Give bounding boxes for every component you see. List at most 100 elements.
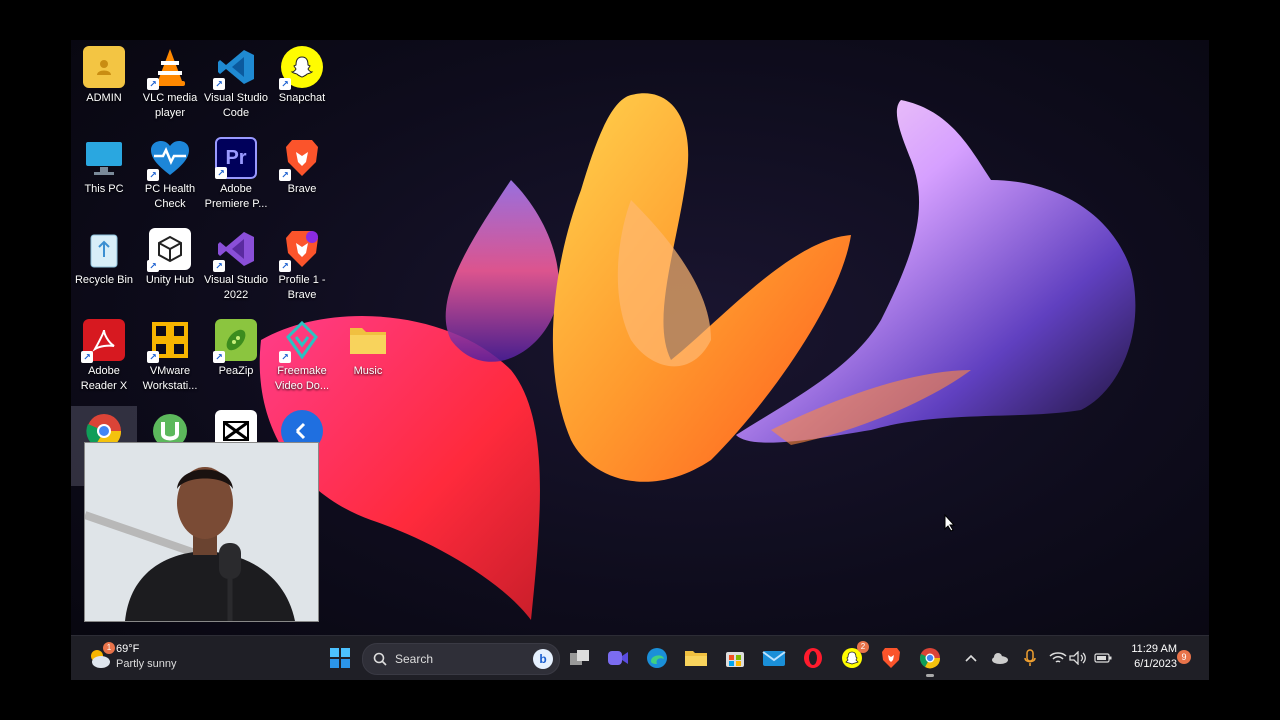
- shortcut-arrow-icon: ↗: [147, 260, 159, 272]
- desktop-icon-label: Adobe Premiere P...: [204, 183, 268, 210]
- desktop-icon-music[interactable]: Music: [335, 315, 401, 379]
- desktop-icon-label: This PC: [84, 183, 124, 195]
- mail-icon: [762, 651, 786, 666]
- shortcut-arrow-icon: ↗: [147, 169, 159, 181]
- brave-icon: [882, 648, 900, 668]
- volume-icon: [1069, 651, 1086, 665]
- notification-count: 9: [1181, 652, 1187, 662]
- snapchat-badge: 2: [857, 641, 869, 653]
- shortcut-arrow-icon: ↗: [279, 78, 291, 90]
- tray-microphone[interactable]: [1019, 643, 1041, 673]
- vscode-icon: ↗: [213, 46, 257, 90]
- shortcut-arrow-icon: ↗: [279, 169, 291, 181]
- desktop-icon-label: PeaZip: [218, 365, 254, 377]
- desktop-icon-snapchat[interactable]: ↗ Snapchat: [269, 42, 335, 106]
- shortcut-arrow-icon: ↗: [147, 351, 159, 363]
- partly-sunny-icon: 1: [87, 642, 115, 670]
- taskbar-explorer-button[interactable]: [681, 643, 711, 673]
- tray-onedrive[interactable]: [989, 643, 1011, 673]
- tray-volume[interactable]: [1067, 643, 1089, 673]
- file-explorer-icon: [685, 651, 707, 666]
- weather-widget[interactable]: 1 69°F Partly sunny: [87, 642, 197, 673]
- start-button[interactable]: [325, 643, 355, 673]
- clock-date: 6/1/2023: [1134, 658, 1177, 670]
- desktop-icon-brave-profile[interactable]: ↗ Profile 1 - Brave: [269, 224, 335, 303]
- desktop-icon-label: VLC media player: [142, 92, 198, 119]
- battery-icon: [1094, 653, 1112, 663]
- desktop-icon-label: Visual Studio 2022: [203, 274, 268, 301]
- shortcut-arrow-icon: ↗: [279, 351, 291, 363]
- taskbar-snapchat-button[interactable]: 2: [837, 641, 869, 673]
- tray-battery[interactable]: [1091, 643, 1115, 673]
- desktop-icon-label: Recycle Bin: [74, 274, 134, 286]
- active-app-indicator: [926, 674, 934, 677]
- shortcut-arrow-icon: ↗: [213, 351, 225, 363]
- desktop-icon-peazip[interactable]: ↗ PeaZip: [203, 315, 269, 379]
- desktop-icon-label: Snapchat: [278, 92, 326, 104]
- task-view-button[interactable]: [565, 643, 595, 673]
- cloud-icon: [992, 653, 1008, 664]
- shortcut-arrow-icon: ↗: [279, 260, 291, 272]
- desktop-icon-premiere[interactable]: Pr ↗ Adobe Premiere P...: [203, 133, 269, 212]
- search-placeholder: Search: [395, 652, 434, 666]
- desktop-icon-label: Profile 1 - Brave: [278, 274, 326, 301]
- taskbar-opera-button[interactable]: [798, 643, 828, 673]
- desktop-icon-this-pc[interactable]: This PC: [71, 133, 137, 197]
- desktop-icon-pc-health-check[interactable]: ↗ PC Health Check: [137, 133, 203, 212]
- bing-icon: b: [533, 649, 553, 669]
- chevron-up-icon: [965, 654, 977, 662]
- shortcut-arrow-icon: ↗: [213, 260, 225, 272]
- desktop-icon-label: Freemake Video Do...: [274, 365, 330, 392]
- taskbar-brave-button[interactable]: [876, 643, 906, 673]
- freemake-icon: ↗: [279, 319, 323, 363]
- tray-wifi[interactable]: [1047, 643, 1069, 673]
- opera-icon: [804, 648, 822, 668]
- webcam-person: [85, 443, 318, 621]
- desktop-icon-visual-studio[interactable]: ↗ Visual Studio 2022: [203, 224, 269, 303]
- desktop-icon-recycle-bin[interactable]: Recycle Bin: [71, 224, 137, 288]
- monitor-icon: [83, 137, 125, 179]
- taskbar-mail-button[interactable]: [759, 643, 789, 673]
- vlc-icon: ↗: [147, 46, 191, 90]
- desktop-icon-label: Unity Hub: [145, 274, 195, 286]
- weather-condition: Partly sunny: [116, 658, 177, 670]
- vmware-icon: ↗: [147, 319, 191, 363]
- show-hidden-icons-button[interactable]: [961, 643, 981, 673]
- desktop-icon-label: PC Health Check: [144, 183, 196, 210]
- desktop: ADMIN ↗ VLC media player ↗ Visual Studio…: [71, 40, 1209, 680]
- desktop-icon-admin[interactable]: ADMIN: [71, 42, 137, 106]
- desktop-icon-vmware[interactable]: ↗ VMware Workstati...: [137, 315, 203, 394]
- desktop-icon-label: Adobe Reader X: [80, 365, 128, 392]
- shortcut-arrow-icon: ↗: [213, 78, 225, 90]
- shortcut-arrow-icon: ↗: [81, 351, 93, 363]
- premiere-icon: Pr ↗: [215, 137, 257, 179]
- desktop-icon-unity-hub[interactable]: ↗ Unity Hub: [137, 224, 203, 288]
- desktop-icon-vscode[interactable]: ↗ Visual Studio Code: [203, 42, 269, 121]
- desktop-icon-label: Brave: [287, 183, 317, 195]
- desktop-icon-label: Music: [353, 365, 383, 377]
- desktop-icon-vlc[interactable]: ↗ VLC media player: [137, 42, 203, 121]
- health-check-icon: ↗: [147, 137, 191, 181]
- video-chat-icon: [608, 651, 628, 665]
- taskbar-edge-button[interactable]: [642, 643, 672, 673]
- recycle-bin-icon: [83, 228, 125, 270]
- desktop-icon-adobe-reader[interactable]: ↗ Adobe Reader X: [71, 315, 137, 394]
- microphone-icon: [1024, 649, 1036, 666]
- taskbar-meet-button[interactable]: [603, 643, 633, 673]
- shortcut-arrow-icon: ↗: [147, 78, 159, 90]
- mouse-cursor-icon: [944, 514, 956, 532]
- webcam-overlay: [84, 442, 319, 622]
- taskbar-clock[interactable]: 11:29 AM 6/1/2023: [1121, 642, 1177, 674]
- taskbar-search-box[interactable]: Search b: [362, 643, 560, 675]
- brave-profile-icon: ↗: [279, 228, 323, 272]
- taskbar-chrome-button[interactable]: [915, 643, 945, 677]
- folder-icon: [347, 319, 389, 361]
- desktop-icon-brave[interactable]: ↗ Brave: [269, 133, 335, 197]
- microsoft-store-icon: [726, 652, 744, 667]
- taskbar: 1 69°F Partly sunny Search b 2 11:29 AM …: [71, 635, 1209, 680]
- desktop-icon-label: VMware Workstati...: [142, 365, 198, 392]
- peazip-icon: ↗: [213, 319, 257, 363]
- taskbar-store-button[interactable]: [720, 643, 750, 673]
- desktop-icon-freemake[interactable]: ↗ Freemake Video Do...: [269, 315, 335, 394]
- notification-center-button[interactable]: 9: [1177, 650, 1191, 664]
